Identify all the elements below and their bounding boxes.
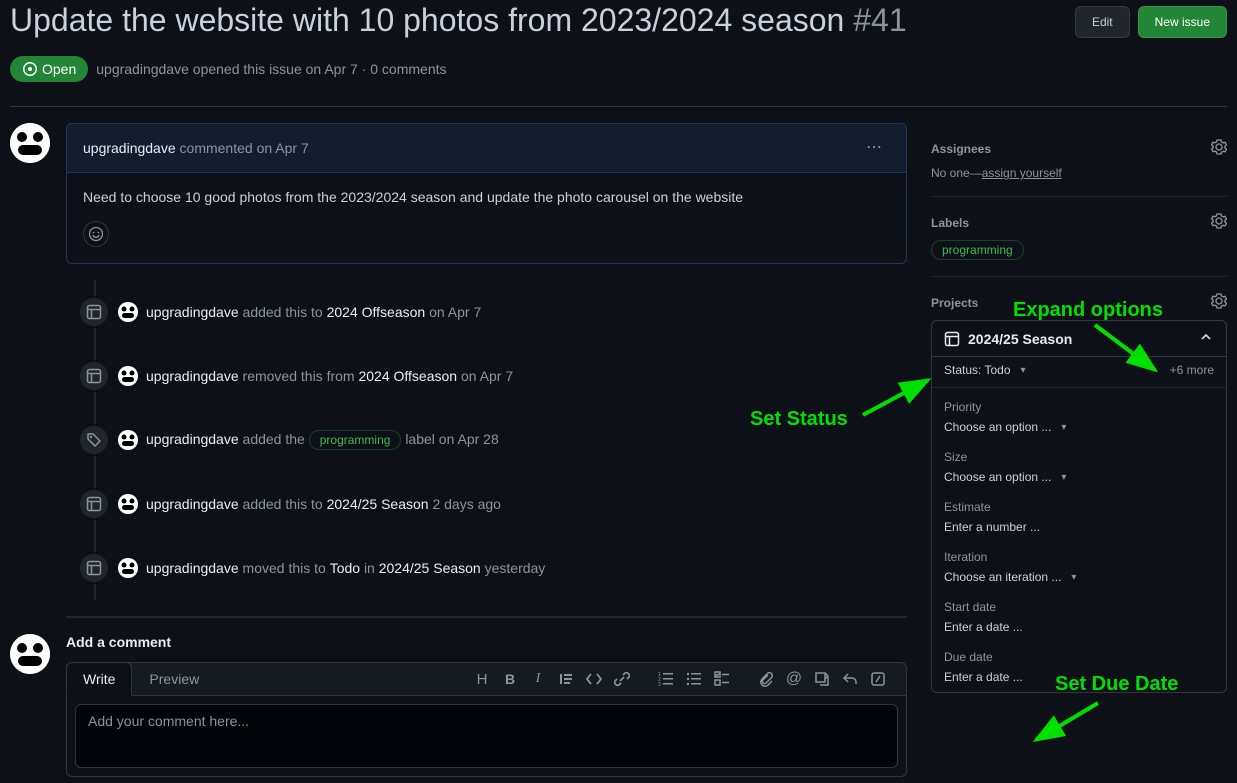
edit-button[interactable]: Edit bbox=[1075, 6, 1130, 38]
slash-icon[interactable] bbox=[864, 665, 892, 693]
label-pill[interactable]: programming bbox=[309, 430, 402, 450]
sidebar: Assignees No one—assign yourself Labels … bbox=[931, 123, 1227, 777]
add-reaction-button[interactable] bbox=[83, 221, 109, 247]
caret-down-icon: ▾ bbox=[1061, 422, 1066, 433]
sidebar-labels: Labels programming bbox=[931, 197, 1227, 277]
avatar[interactable] bbox=[118, 430, 138, 450]
tag-icon bbox=[78, 424, 110, 456]
status-select[interactable]: Status: Todo ▾ bbox=[944, 363, 1026, 377]
avatar[interactable] bbox=[10, 123, 50, 163]
smiley-icon bbox=[88, 226, 104, 242]
assignees-title: Assignees bbox=[931, 142, 991, 156]
state-badge-text: Open bbox=[42, 61, 76, 77]
ordered-list-icon[interactable]: 123 bbox=[652, 665, 680, 693]
author-link[interactable]: upgradingdave bbox=[96, 61, 189, 77]
issue-comment: upgradingdave commented on Apr 7 ⋯ Need … bbox=[10, 123, 907, 264]
quote-icon[interactable] bbox=[552, 665, 580, 693]
issue-number: #41 bbox=[853, 2, 906, 38]
bold-icon[interactable]: B bbox=[496, 665, 524, 693]
italic-icon[interactable]: I bbox=[524, 665, 552, 693]
comment-textarea[interactable]: Add your comment here... bbox=[75, 704, 898, 768]
timeline-event: upgradingdave added this to 2024 Offseas… bbox=[66, 280, 907, 344]
estimate-input[interactable]: Enter a number ... bbox=[944, 520, 1040, 534]
caret-down-icon: ▾ bbox=[1071, 572, 1076, 583]
project-icon bbox=[78, 360, 110, 392]
avatar[interactable] bbox=[118, 302, 138, 322]
issue-title: Update the website with 10 photos from 2… bbox=[10, 0, 907, 40]
chevron-up-icon[interactable] bbox=[1198, 329, 1214, 348]
gear-icon[interactable] bbox=[1211, 139, 1227, 158]
project-field-priority: Priority Choose an option ...▾ bbox=[932, 392, 1226, 442]
startdate-input[interactable]: Enter a date ... bbox=[944, 620, 1023, 634]
iteration-select[interactable]: Choose an iteration ...▾ bbox=[944, 570, 1076, 584]
unordered-list-icon[interactable] bbox=[680, 665, 708, 693]
project-icon bbox=[78, 296, 110, 328]
comment-body: Need to choose 10 good photos from the 2… bbox=[67, 173, 906, 221]
tab-preview[interactable]: Preview bbox=[132, 662, 216, 695]
project-field-duedate: Due date Enter a date ... bbox=[932, 642, 1226, 692]
issue-header: Update the website with 10 photos from 2… bbox=[10, 0, 1227, 107]
timeline-event: upgradingdave removed this from 2024 Off… bbox=[66, 344, 907, 408]
project-icon bbox=[78, 552, 110, 584]
avatar[interactable] bbox=[10, 634, 50, 674]
kebab-icon[interactable]: ⋯ bbox=[858, 132, 890, 164]
labels-title: Labels bbox=[931, 216, 969, 230]
divider bbox=[66, 616, 907, 618]
issue-meta: upgradingdave opened this issue on Apr 7… bbox=[96, 61, 446, 77]
projects-title: Projects bbox=[931, 296, 978, 310]
reply-icon[interactable] bbox=[836, 665, 864, 693]
cross-reference-icon[interactable] bbox=[808, 665, 836, 693]
timeline-event: upgradingdave added this to 2024/25 Seas… bbox=[66, 472, 907, 536]
more-fields-toggle[interactable]: +6 more bbox=[1170, 363, 1214, 377]
gear-icon[interactable] bbox=[1211, 293, 1227, 312]
caret-down-icon: ▾ bbox=[1021, 365, 1026, 376]
project-icon bbox=[78, 488, 110, 520]
heading-icon[interactable]: H bbox=[468, 665, 496, 693]
gear-icon[interactable] bbox=[1211, 213, 1227, 232]
svg-text:3: 3 bbox=[658, 682, 661, 687]
timeline-event: upgradingdave added the programming labe… bbox=[66, 408, 907, 472]
assign-yourself-link[interactable]: assign yourself bbox=[982, 166, 1062, 180]
table-icon bbox=[944, 331, 960, 347]
comment-date[interactable]: on Apr 7 bbox=[257, 140, 309, 156]
link-icon[interactable] bbox=[608, 665, 636, 693]
issue-title-text: Update the website with 10 photos from 2… bbox=[10, 2, 844, 38]
project-field-estimate: Estimate Enter a number ... bbox=[932, 492, 1226, 542]
project-field-size: Size Choose an option ...▾ bbox=[932, 442, 1226, 492]
priority-select[interactable]: Choose an option ...▾ bbox=[944, 420, 1066, 434]
project-name[interactable]: 2024/25 Season bbox=[944, 331, 1072, 347]
label-pill[interactable]: programming bbox=[931, 240, 1024, 260]
tab-write[interactable]: Write bbox=[66, 662, 132, 696]
size-select[interactable]: Choose an option ...▾ bbox=[944, 470, 1066, 484]
mention-icon[interactable]: @ bbox=[780, 665, 808, 693]
timeline-event: upgradingdave moved this to Todo in 2024… bbox=[66, 536, 907, 600]
caret-down-icon: ▾ bbox=[1061, 472, 1066, 483]
timeline-events: upgradingdave added this to 2024 Offseas… bbox=[66, 280, 907, 600]
sidebar-assignees: Assignees No one—assign yourself bbox=[931, 123, 1227, 197]
new-issue-button[interactable]: New issue bbox=[1138, 6, 1227, 38]
formatting-toolbar: H B I 123 bbox=[454, 665, 906, 693]
comment-author[interactable]: upgradingdave bbox=[83, 140, 176, 156]
add-comment-title: Add a comment bbox=[66, 634, 907, 650]
project-card: 2024/25 Season Status: Todo ▾ +6 more bbox=[931, 320, 1227, 693]
duedate-input[interactable]: Enter a date ... bbox=[944, 670, 1023, 684]
code-icon[interactable] bbox=[580, 665, 608, 693]
issue-open-icon bbox=[22, 61, 38, 77]
task-list-icon[interactable] bbox=[708, 665, 736, 693]
project-field-startdate: Start date Enter a date ... bbox=[932, 592, 1226, 642]
project-field-iteration: Iteration Choose an iteration ...▾ bbox=[932, 542, 1226, 592]
avatar[interactable] bbox=[118, 558, 138, 578]
add-comment: Add a comment Write Preview H B I bbox=[10, 634, 907, 777]
sidebar-projects: Projects 2024/25 Season Status: Todo bbox=[931, 277, 1227, 709]
avatar[interactable] bbox=[118, 494, 138, 514]
state-badge: Open bbox=[10, 56, 88, 82]
avatar[interactable] bbox=[118, 366, 138, 386]
attach-icon[interactable] bbox=[752, 665, 780, 693]
